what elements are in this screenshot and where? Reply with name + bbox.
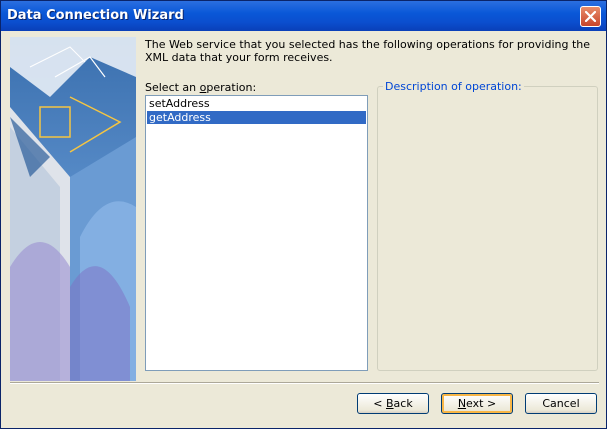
next-button[interactable]: Next >: [441, 393, 513, 414]
intro-text: The Web service that you selected has th…: [145, 38, 591, 64]
operations-listbox[interactable]: setAddress getAddress: [145, 95, 368, 371]
cancel-button[interactable]: Cancel: [525, 393, 597, 414]
back-button[interactable]: < Back: [357, 393, 429, 414]
button-separator: [10, 382, 599, 384]
close-button[interactable]: [580, 6, 601, 27]
window-title: Data Connection Wizard: [7, 8, 184, 23]
description-legend: Description of operation:: [383, 80, 524, 93]
wizard-window: Data Connection Wizard The Web service t…: [0, 0, 607, 429]
select-operation-label: Select an operation:: [145, 81, 257, 94]
description-groupbox: [377, 86, 598, 371]
wizard-banner-image: [10, 37, 136, 381]
title-bar[interactable]: Data Connection Wizard: [1, 1, 606, 31]
list-item-setaddress[interactable]: setAddress: [147, 97, 366, 110]
close-icon: [585, 11, 596, 22]
list-item-getaddress[interactable]: getAddress: [147, 111, 366, 124]
